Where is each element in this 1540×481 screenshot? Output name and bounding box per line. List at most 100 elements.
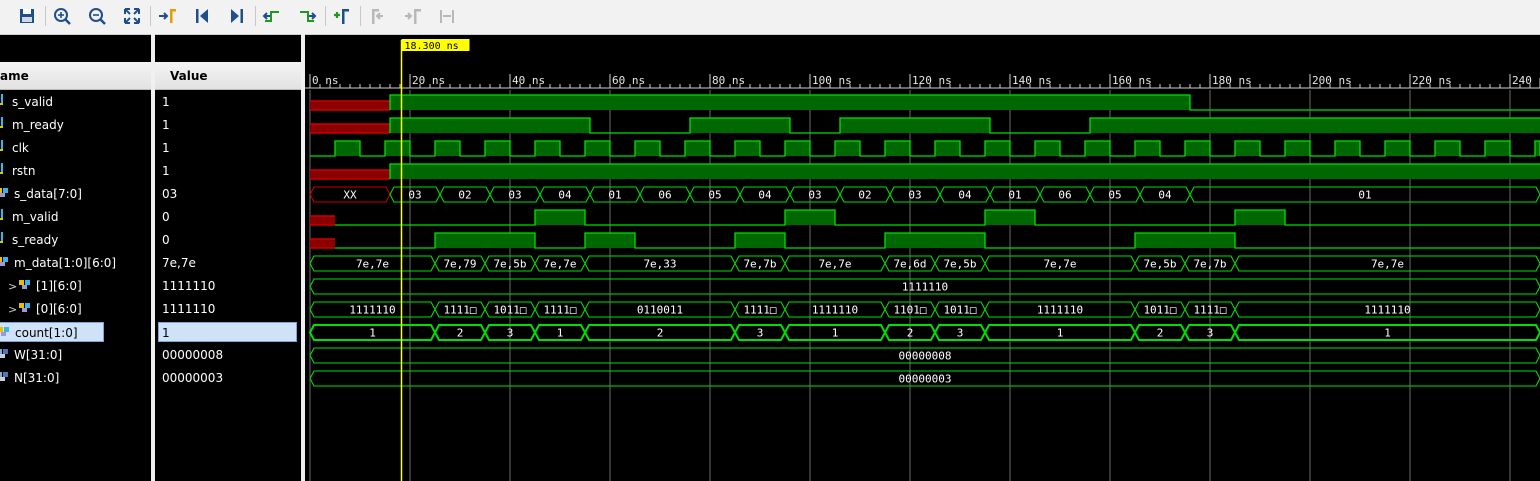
signal-name-row[interactable]: s_valid	[0, 92, 53, 112]
zoom-in-icon[interactable]	[51, 5, 73, 27]
signal-name-row[interactable]: > [0][6:0]	[8, 299, 82, 319]
bit-signal-icon	[0, 208, 8, 228]
bit-wave-clk	[310, 140, 1540, 157]
expand-chevron-icon[interactable]: >	[8, 277, 18, 297]
bus-value-label: 7e,5b	[493, 258, 526, 271]
value-column-header[interactable]: Value	[155, 62, 301, 90]
toolbar-separator	[45, 6, 46, 26]
signal-name: count[1:0]	[15, 326, 78, 340]
go-to-cursor-icon[interactable]	[156, 5, 178, 27]
next-marker-icon[interactable]	[401, 5, 423, 27]
zoom-out-icon[interactable]	[86, 5, 108, 27]
bus-value-label: 1	[1384, 327, 1391, 340]
bus-wave-[0][6:0]: 1111110 1111□ 1011□ 1111□ 0110011 1111□ 111111…	[309, 301, 1540, 318]
signal-value[interactable]: 1	[158, 322, 297, 342]
bus-value-label: 2	[457, 327, 464, 340]
signal-name-row[interactable]: clk	[0, 138, 29, 158]
toolbar-separator	[150, 6, 151, 26]
bit-wave-rstn	[310, 163, 1540, 180]
bus-value-label: 03	[808, 189, 821, 202]
bus-value-label: 0110011	[637, 304, 683, 317]
signal-value[interactable]: 00000008	[162, 345, 223, 365]
bus-wave-[1][6:0]: 1111110	[309, 278, 1540, 295]
bit-wave-s_ready	[310, 232, 1540, 249]
signal-value[interactable]: 1	[162, 138, 170, 158]
cursor-time-label: 18.300 ns	[405, 41, 459, 52]
bus-value-label: 7e,5b	[1143, 258, 1176, 271]
waveform-toolbar	[0, 0, 1540, 35]
signal-name: [0][6:0]	[36, 302, 82, 316]
time-ruler[interactable]: 0 ns 20 ns 40 ns 60 ns 80 ns 100 ns 120 ns 140 …	[305, 74, 1540, 89]
bus-value-label: 7e,7e	[1043, 258, 1076, 271]
bus-value-label: 05	[1108, 189, 1121, 202]
bit-signal-icon	[0, 231, 8, 251]
bit-wave-s_valid	[310, 94, 1540, 111]
time-tick-label: 160 ns	[1112, 74, 1152, 87]
previous-marker-icon[interactable]	[366, 5, 388, 27]
bus-value-label: 1111110	[812, 304, 858, 317]
time-tick-label: 180 ns	[1212, 74, 1252, 87]
signal-name-row[interactable]: rstn	[0, 161, 36, 181]
add-marker-icon[interactable]	[331, 5, 353, 27]
next-transition-icon[interactable]	[296, 5, 318, 27]
signal-name: clk	[12, 141, 29, 155]
bus-value-label: 7e,6d	[893, 258, 926, 271]
signal-name-row[interactable]: count[1:0]	[0, 322, 104, 342]
signal-value[interactable]: 1	[162, 92, 170, 112]
bus-value-label: 2	[907, 327, 914, 340]
bus-value-label: 04	[958, 189, 972, 202]
signal-value[interactable]: 0	[162, 230, 170, 250]
signal-value[interactable]: 7e,7e	[162, 253, 196, 273]
bus-signal-icon	[18, 300, 32, 320]
toolbar-separator	[255, 6, 256, 26]
go-to-start-icon[interactable]	[191, 5, 213, 27]
signal-name: [1][6:0]	[36, 279, 82, 293]
expand-chevron-icon[interactable]: >	[8, 300, 18, 320]
bus-value-label: 1011□	[1143, 304, 1176, 317]
signal-name-row[interactable]: W[31:0]	[0, 345, 62, 365]
bus-wave-m_data[1:0][6:0]: 7e,7e 7e,79 7e,5b 7e,7e 7e,33 7e,7b 7e,7e 7e,6d…	[309, 255, 1540, 272]
bus-value-label: 05	[708, 189, 721, 202]
zoom-fit-icon[interactable]	[121, 5, 143, 27]
name-column-header[interactable]: ame	[0, 62, 151, 90]
signal-name-row[interactable]: s_data[7:0]	[0, 184, 82, 204]
waveform-canvas[interactable]: 0 ns 20 ns 40 ns 60 ns 80 ns 100 ns 120 ns 140 …	[305, 34, 1540, 481]
bus-value-label: 1111110	[349, 304, 395, 317]
signal-name-row[interactable]: m_data[1:0][6:0]	[0, 253, 116, 273]
column-splitter[interactable]	[151, 34, 155, 481]
signal-name: s_ready	[12, 233, 59, 247]
bus-wave-count[1:0]: 1 2 3 1 2 3 1 2 3 1 2 3 1	[308, 324, 1540, 341]
bus-value-label: 2	[1157, 327, 1164, 340]
swap-cursors-icon[interactable]	[436, 5, 458, 27]
signal-name: m_valid	[12, 210, 59, 224]
signal-name-row[interactable]: m_ready	[0, 115, 64, 135]
time-tick-label: 40 ns	[512, 74, 545, 87]
signal-value[interactable]: 1111110	[162, 276, 215, 296]
bus-value-label: 7e,79	[443, 258, 476, 271]
bus-value-label: 3	[757, 327, 764, 340]
signal-name-row[interactable]: N[31:0]	[0, 368, 59, 388]
bus-value-label: 1111110	[1037, 304, 1083, 317]
signal-value[interactable]: 03	[162, 184, 177, 204]
previous-transition-icon[interactable]	[261, 5, 283, 27]
name-header-label: ame	[0, 69, 29, 83]
signal-value[interactable]: 1	[162, 115, 170, 135]
bus-value-label: 3	[957, 327, 964, 340]
go-to-end-icon[interactable]	[226, 5, 248, 27]
signal-name: s_valid	[12, 95, 53, 109]
signal-name: s_data[7:0]	[14, 187, 82, 201]
bus-value-label: 1	[369, 327, 376, 340]
bus-value-label: 1111□	[543, 304, 576, 317]
signal-value[interactable]: 00000003	[162, 368, 223, 388]
signal-value[interactable]: 1111110	[162, 299, 215, 319]
signal-value[interactable]: 1	[162, 161, 170, 181]
signal-name-row[interactable]: > [1][6:0]	[8, 276, 82, 296]
signal-name-row[interactable]: s_ready	[0, 230, 58, 250]
bit-signal-icon	[0, 116, 8, 136]
signal-value[interactable]: 0	[162, 207, 170, 227]
signal-name: m_ready	[12, 118, 64, 132]
bus-value-label: 1	[557, 327, 564, 340]
signal-name-row[interactable]: m_valid	[0, 207, 58, 227]
bit-signal-icon	[0, 93, 8, 113]
save-icon[interactable]	[16, 5, 38, 27]
